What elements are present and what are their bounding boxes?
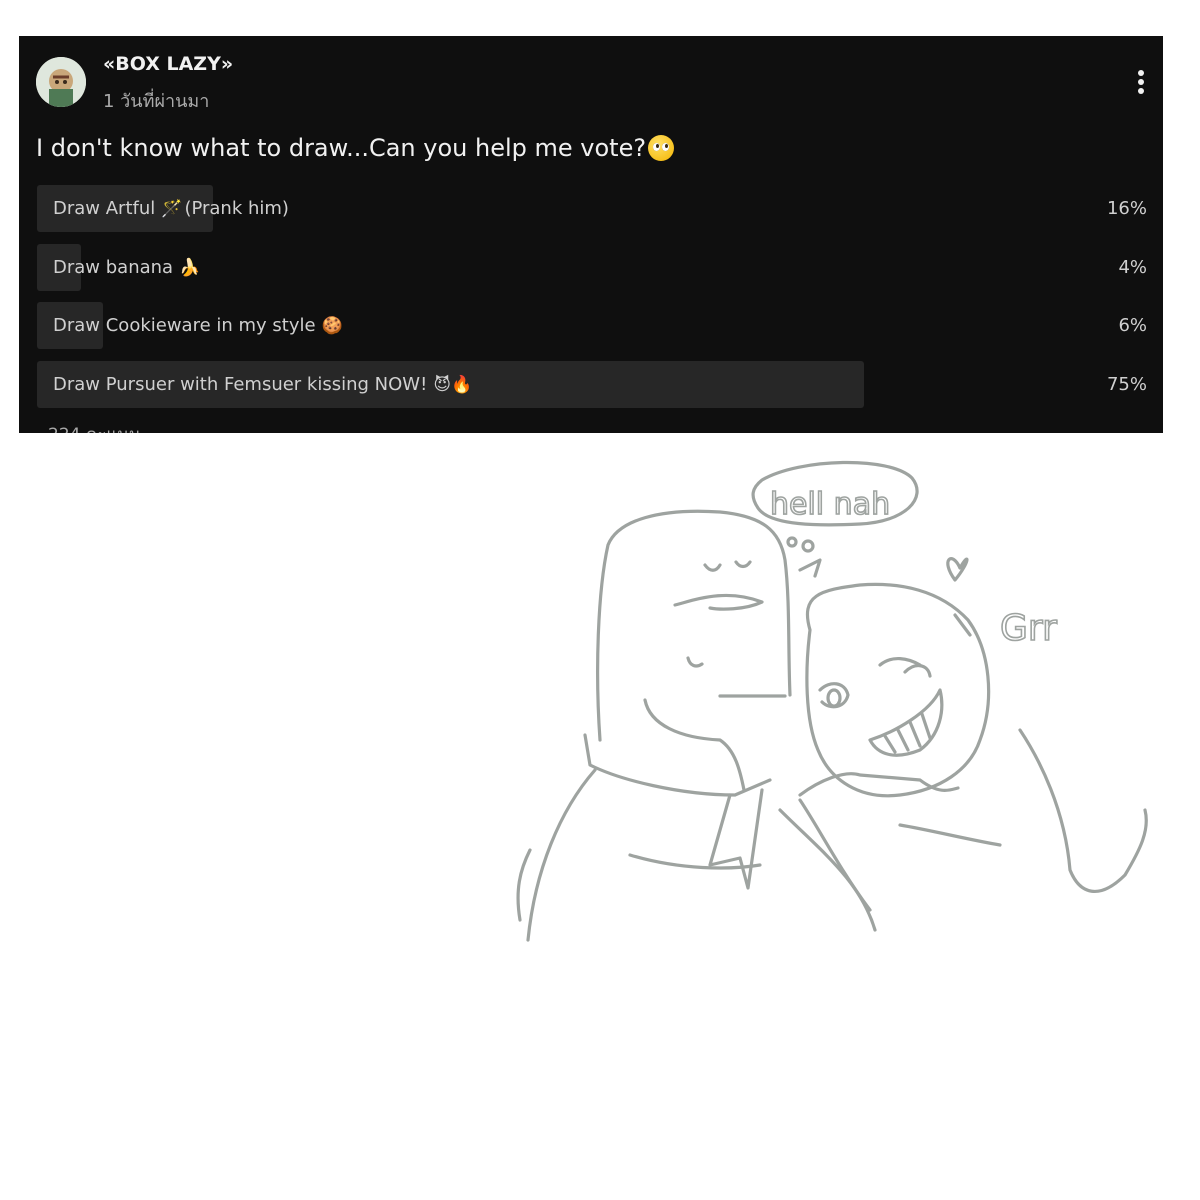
sketch-drawing: hell nah Grr bbox=[516, 460, 1148, 942]
speech-bubble-text: hell nah bbox=[770, 487, 890, 522]
post-timestamp: 1 วันที่ผ่านมา bbox=[103, 91, 210, 112]
poll-question-text: I don't know what to draw...Can you help… bbox=[36, 134, 647, 162]
community-poll-post: «BOX LAZY» 1 วันที่ผ่านมา I don't know w… bbox=[19, 36, 1163, 433]
poll-option-percent: 16% bbox=[1106, 198, 1147, 219]
poll-option-suffix: (Prank him) bbox=[184, 198, 289, 219]
poll-option[interactable]: Draw Pursuer with Femsuer kissing NOW! 😈🔥… bbox=[37, 361, 1147, 408]
thought-dot bbox=[786, 536, 798, 548]
thought-dot bbox=[801, 539, 815, 553]
vertical-ellipsis-icon bbox=[1138, 70, 1144, 76]
right-figure-eye-right bbox=[903, 664, 932, 678]
left-figure-mouth bbox=[673, 593, 764, 611]
right-figure-brow bbox=[878, 657, 922, 667]
poll-option-emoji: 😈🔥 bbox=[433, 375, 473, 395]
poll-option[interactable]: Draw Artful 🪄 (Prank him) 16% bbox=[37, 185, 1147, 232]
right-figure-pupil bbox=[826, 688, 842, 708]
left-figure-jaw bbox=[686, 656, 704, 668]
poll-option[interactable]: Draw Cookieware in my style 🍪 6% bbox=[37, 302, 1147, 349]
poll-option-emoji: 🪄 bbox=[161, 199, 183, 219]
left-figure-eyes bbox=[703, 560, 752, 572]
poll-option[interactable]: Draw banana 🍌 4% bbox=[37, 244, 1147, 291]
pleading-face-icon bbox=[648, 135, 675, 161]
avatar-image bbox=[36, 57, 86, 107]
growl-text: Grr bbox=[1000, 608, 1057, 649]
poll-option-text: Draw Cookieware in my style bbox=[53, 315, 316, 336]
right-figure-shoulder bbox=[898, 823, 1002, 847]
vote-count: 224 คะแนน bbox=[48, 421, 141, 433]
poll-option-percent: 4% bbox=[1118, 257, 1147, 278]
left-figure-body bbox=[516, 768, 597, 942]
poll-option-label: Draw Cookieware in my style 🍪 bbox=[53, 315, 343, 336]
author-name[interactable]: «BOX LAZY» bbox=[103, 53, 233, 75]
right-figure-eye-left bbox=[818, 682, 850, 709]
heart-icon bbox=[946, 557, 969, 582]
avatar[interactable] bbox=[36, 57, 86, 107]
right-figure-back bbox=[798, 798, 872, 912]
poll-option-percent: 75% bbox=[1106, 374, 1147, 395]
left-figure-tie bbox=[708, 788, 764, 890]
ellipsis-dot bbox=[1138, 88, 1144, 94]
poll-option-text: Draw Artful bbox=[53, 198, 156, 219]
poll-option-text: Draw banana bbox=[53, 257, 174, 278]
more-options-button[interactable] bbox=[1129, 68, 1153, 96]
left-figure-shoulder bbox=[778, 808, 877, 932]
left-figure-neck bbox=[643, 698, 746, 792]
poll-option-emoji: 🍌 bbox=[179, 258, 201, 278]
poll-question: I don't know what to draw...Can you help… bbox=[36, 134, 675, 162]
right-figure-body bbox=[1018, 728, 1148, 893]
ellipsis-dot bbox=[1138, 79, 1144, 85]
poll-option-emoji: 🍪 bbox=[321, 316, 343, 336]
poll-option-label: Draw banana 🍌 bbox=[53, 257, 200, 278]
poll-option-label: Draw Artful 🪄 (Prank him) bbox=[53, 198, 289, 219]
right-figure-arm bbox=[798, 772, 960, 797]
left-figure-head bbox=[596, 509, 792, 742]
poll-option-label: Draw Pursuer with Femsuer kissing NOW! 😈🔥 bbox=[53, 374, 472, 395]
sweat-mark bbox=[798, 558, 822, 578]
poll-option-text: Draw Pursuer with Femsuer kissing NOW! bbox=[53, 374, 428, 395]
poll-option-percent: 6% bbox=[1118, 315, 1147, 336]
